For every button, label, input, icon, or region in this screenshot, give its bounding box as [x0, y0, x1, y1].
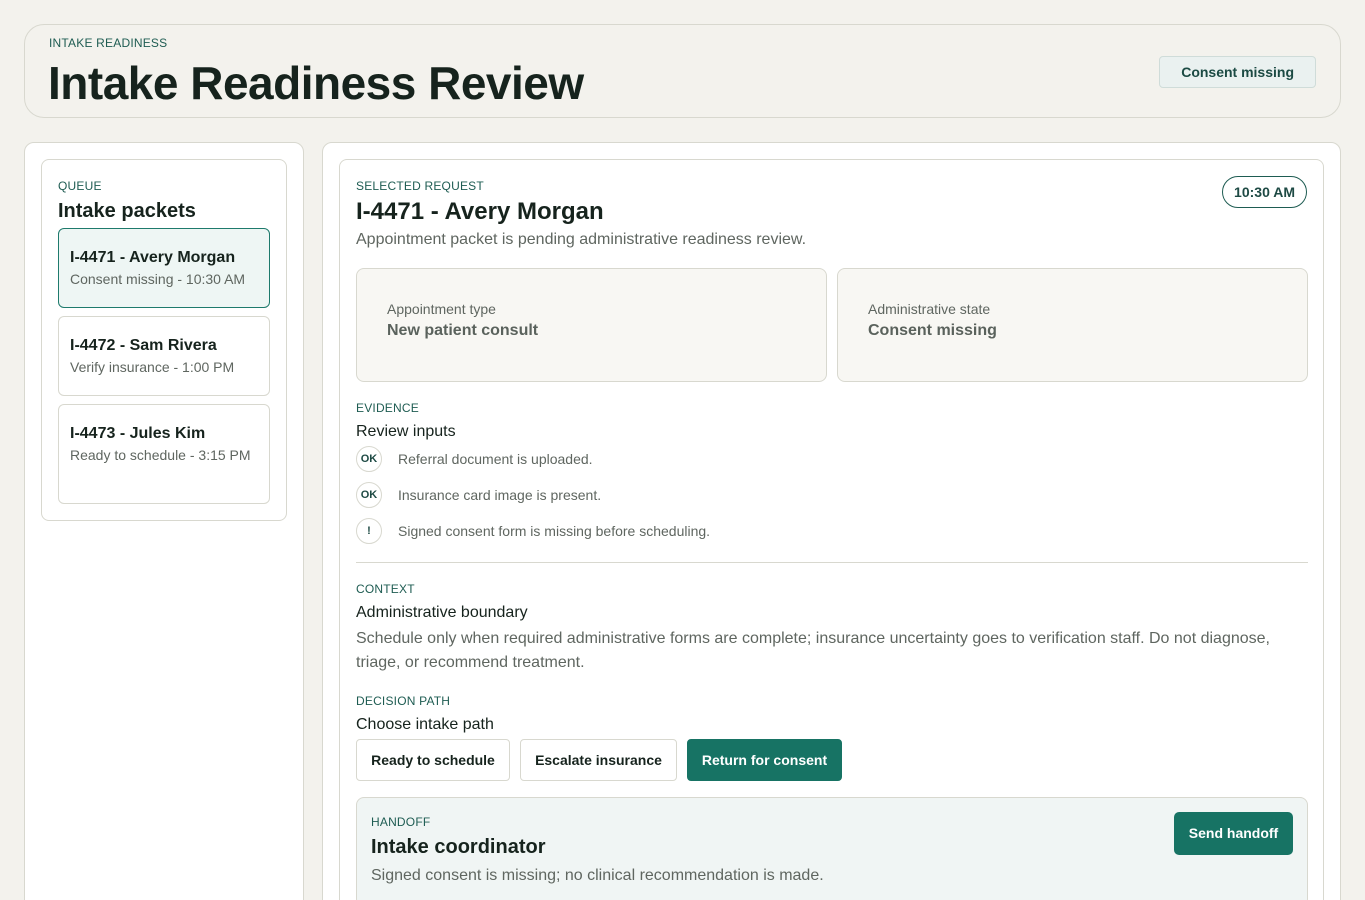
- appointment-type-value: New patient consult: [387, 322, 539, 339]
- queue-title: Intake packets: [58, 200, 196, 222]
- evidence-text: Signed consent form is missing before sc…: [398, 523, 711, 539]
- send-handoff-button[interactable]: Send handoff: [1174, 812, 1293, 855]
- packet-title: I-4472 - Sam Rivera: [70, 337, 217, 354]
- evidence-eyebrow: EVIDENCE: [356, 401, 419, 415]
- ready-to-schedule-button[interactable]: Ready to schedule: [356, 739, 510, 781]
- packet-subtitle: Consent missing - 10:30 AM: [70, 271, 246, 287]
- return-for-consent-button[interactable]: Return for consent: [687, 739, 842, 781]
- request-description: Appointment packet is pending administra…: [356, 231, 807, 248]
- detail-panel: SELECTED REQUEST 10:30 AM I-4471 - Avery…: [322, 142, 1341, 900]
- request-title: I-4471 - Avery Morgan: [356, 198, 604, 225]
- admin-state-label: Administrative state: [868, 301, 991, 317]
- decision-title: Choose intake path: [356, 716, 494, 733]
- page-header: INTAKE READINESS Intake Readiness Review…: [24, 24, 1341, 118]
- status-badge: Consent missing: [1159, 56, 1316, 88]
- evidence-text: Referral document is uploaded.: [398, 451, 593, 467]
- queue-eyebrow: QUEUE: [58, 179, 102, 193]
- packet-subtitle: Verify insurance - 1:00 PM: [70, 359, 235, 375]
- admin-state-card: Administrative state Consent missing: [837, 268, 1308, 382]
- handoff-title: Intake coordinator: [371, 836, 546, 858]
- context-text: Schedule only when required administrati…: [356, 630, 1270, 671]
- handoff-card: HANDOFF Intake coordinator Signed consen…: [356, 797, 1308, 900]
- time-badge: 10:30 AM: [1222, 176, 1307, 208]
- context-eyebrow: CONTEXT: [356, 582, 415, 596]
- packet-item-i-4471[interactable]: I-4471 - Avery Morgan Consent missing - …: [58, 228, 270, 308]
- section-divider: [356, 562, 1308, 563]
- header-eyebrow: INTAKE READINESS: [49, 36, 168, 50]
- packet-item-i-4472[interactable]: I-4472 - Sam Rivera Verify insurance - 1…: [58, 316, 270, 396]
- appointment-type-label: Appointment type: [387, 301, 496, 317]
- check-ok-icon: OK: [356, 446, 382, 472]
- appointment-type-card: Appointment type New patient consult: [356, 268, 827, 382]
- decision-eyebrow: DECISION PATH: [356, 694, 451, 708]
- packet-item-i-4473[interactable]: I-4473 - Jules Kim Ready to schedule - 3…: [58, 404, 270, 504]
- context-title: Administrative boundary: [356, 604, 528, 621]
- warning-icon: !: [356, 518, 382, 544]
- evidence-text: Insurance card image is present.: [398, 487, 602, 503]
- queue-panel: QUEUE Intake packets I-4471 - Avery Morg…: [24, 142, 304, 900]
- packet-title: I-4473 - Jules Kim: [70, 425, 206, 442]
- admin-state-value: Consent missing: [868, 322, 997, 339]
- queue-card: QUEUE Intake packets I-4471 - Avery Morg…: [41, 159, 287, 521]
- packet-title: I-4471 - Avery Morgan: [70, 249, 236, 266]
- page-title: Intake Readiness Review: [48, 57, 584, 109]
- request-eyebrow: SELECTED REQUEST: [356, 179, 484, 193]
- request-card: SELECTED REQUEST 10:30 AM I-4471 - Avery…: [339, 159, 1324, 900]
- check-ok-icon: OK: [356, 482, 382, 508]
- handoff-eyebrow: HANDOFF: [371, 815, 431, 829]
- escalate-insurance-button[interactable]: Escalate insurance: [520, 739, 677, 781]
- evidence-title: Review inputs: [356, 423, 456, 440]
- packet-subtitle: Ready to schedule - 3:15 PM: [70, 447, 251, 463]
- handoff-text: Signed consent is missing; no clinical r…: [371, 867, 824, 884]
